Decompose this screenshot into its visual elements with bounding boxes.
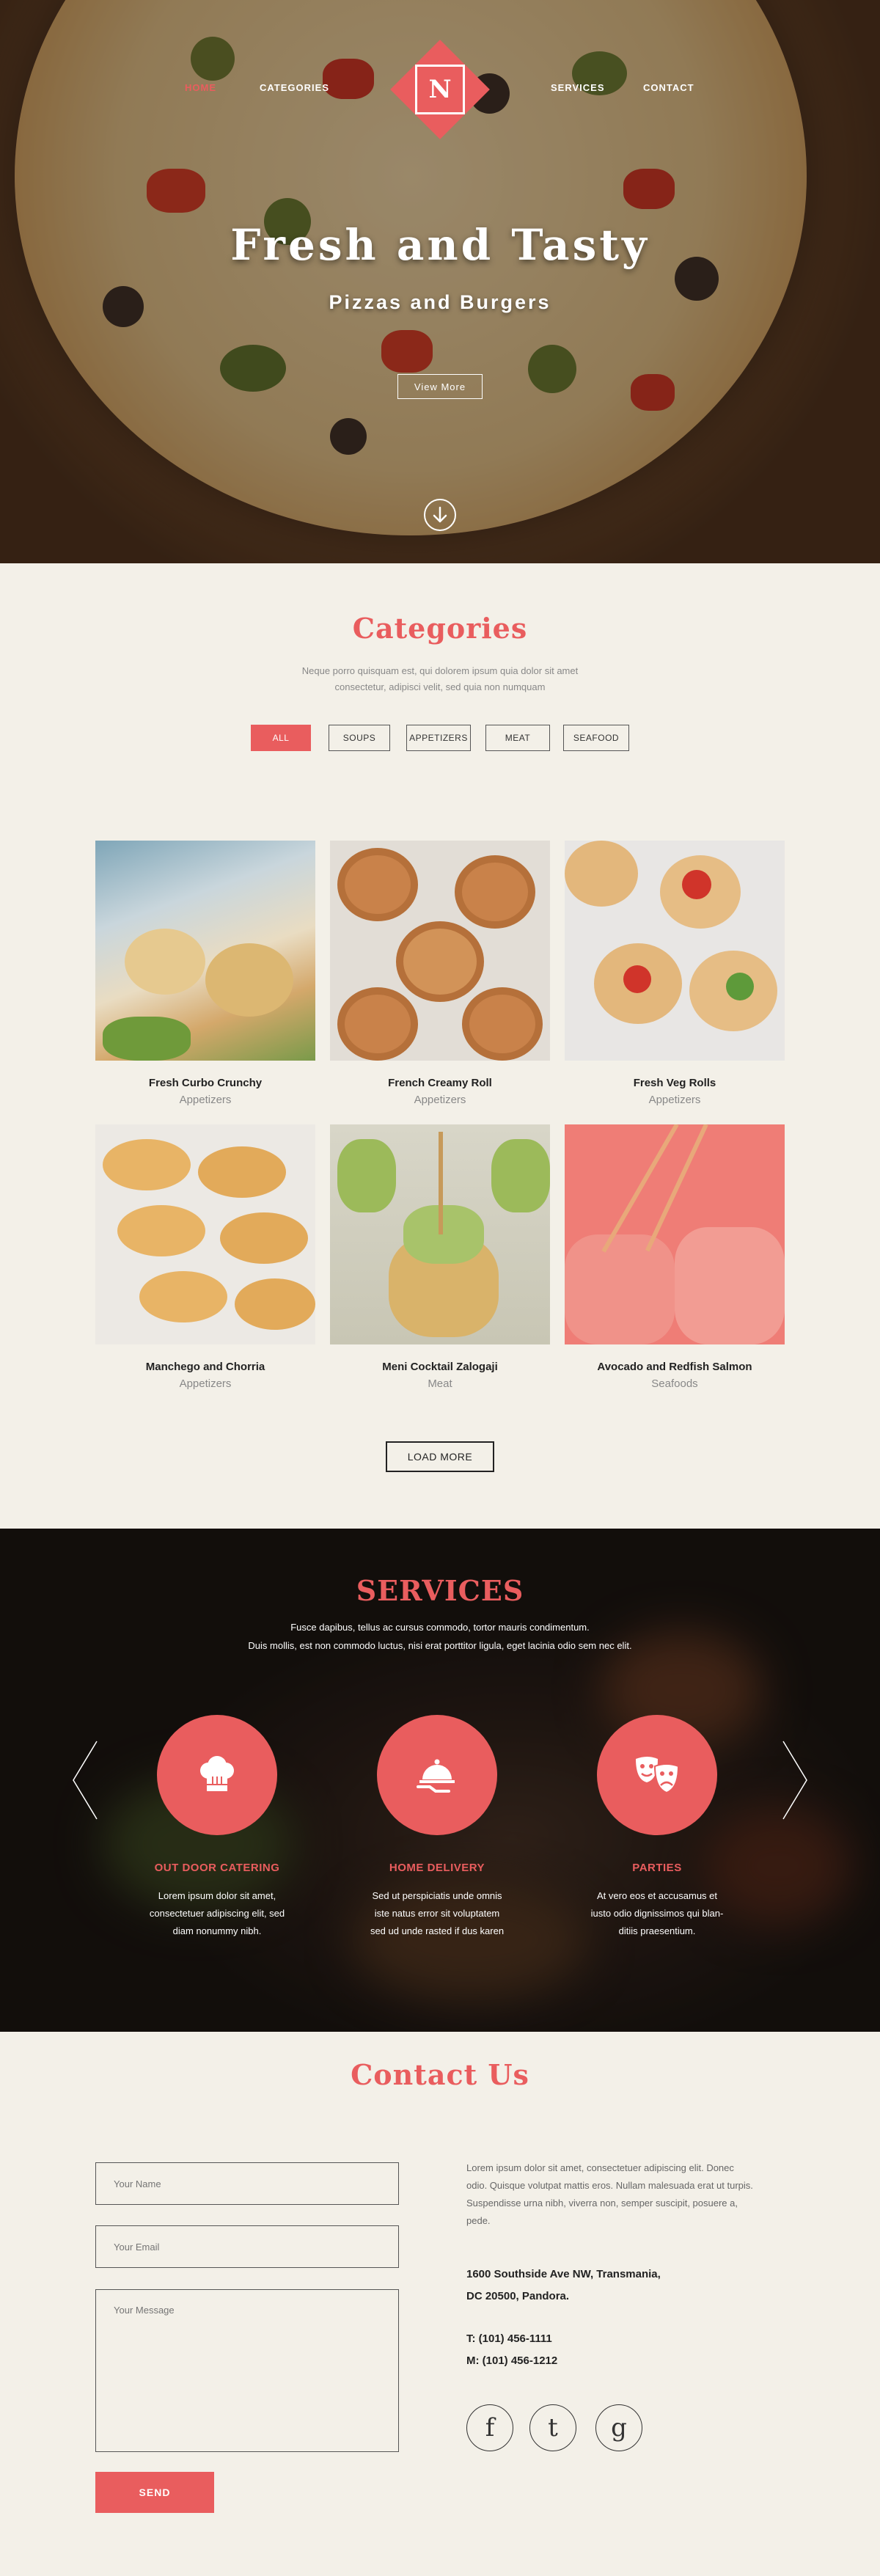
hero-subtitle: Pizzas and Burgers <box>329 291 551 313</box>
service-text: Sed ut perspiciatis unde omnis iste natus… <box>370 1890 505 1936</box>
filter-all[interactable]: ALL <box>251 725 311 751</box>
nav-services[interactable]: SERVICES <box>551 82 605 93</box>
contact-address: 1600 Southside Ave NW, Transmania, DC 20… <box>466 2268 661 2302</box>
hero-title: Fresh and Tasty <box>230 220 650 270</box>
card-title: Fresh Veg Rolls <box>633 1077 716 1089</box>
phone: T: (101) 456-1111 <box>466 2332 552 2345</box>
categories-title: Categories <box>352 612 528 645</box>
filter-soups[interactable]: SOUPS <box>329 725 390 751</box>
menu-card[interactable]: French Creamy Roll Appetizers <box>330 841 550 1106</box>
categories-section: Categories Neque porro quisquam est, qui… <box>0 563 880 1529</box>
contact-phones: T: (101) 456-1111 M: (101) 456-1212 <box>466 2328 782 2372</box>
menu-card[interactable]: Fresh Veg Rolls Appetizers <box>565 841 785 1106</box>
hero-section: HOME CATEGORIES SERVICES CONTACT N Fresh… <box>0 0 880 563</box>
email-field[interactable] <box>95 2225 399 2268</box>
contact-section: Contact Us SEND Lorem ipsum dolor sit am… <box>0 2032 880 2576</box>
card-title: Manchego and Chorria <box>145 1361 265 1373</box>
service-title: OUT DOOR CATERING <box>154 1862 280 1874</box>
card-category: Seafoods <box>651 1377 698 1390</box>
services-description-line2: Duis mollis, est non commodo luctus, nis… <box>248 1640 632 1651</box>
food-image <box>95 841 315 1061</box>
card-category: Appetizers <box>414 1094 466 1106</box>
contact-about: Lorem ipsum dolor sit amet, consectetuer… <box>466 2162 753 2226</box>
mobile: M: (101) 456-1212 <box>466 2354 558 2367</box>
service-text: At vero eos et accusamus et iusto odio di… <box>590 1890 724 1936</box>
arrow-down-circle-icon[interactable] <box>424 499 456 531</box>
filter-seafood[interactable]: SEAFOOD <box>563 725 629 751</box>
filter-appetizers[interactable]: APPETIZERS <box>406 725 471 751</box>
categories-description-line2: consectetur, adipisci velit, sed quia no… <box>334 681 546 692</box>
service-title: PARTIES <box>632 1862 682 1874</box>
card-category: Appetizers <box>179 1377 232 1390</box>
menu-card[interactable]: Avocado and Redfish Salmon Seafoods <box>565 1124 785 1390</box>
categories-description-line1: Neque porro quisquam est, qui dolorem ip… <box>301 665 579 676</box>
service-title: HOME DELIVERY <box>389 1862 485 1874</box>
food-image <box>565 1124 785 1344</box>
google-icon[interactable]: g <box>595 2404 642 2451</box>
services-description-line1: Fusce dapibus, tellus ac cursus commodo,… <box>290 1622 590 1633</box>
services-title: SERVICES <box>356 1574 524 1607</box>
logo[interactable]: N <box>415 65 465 114</box>
food-image <box>330 1124 550 1344</box>
load-more-button[interactable]: LOAD MORE <box>386 1441 494 1472</box>
menu-card[interactable]: Fresh Curbo Crunchy Appetizers <box>95 841 315 1106</box>
chef-hat-icon <box>157 1715 277 1835</box>
food-image <box>95 1124 315 1344</box>
logo-letter: N <box>428 75 452 104</box>
nav-home[interactable]: HOME <box>185 82 216 93</box>
send-button[interactable]: SEND <box>95 2472 214 2513</box>
card-category: Meat <box>428 1377 452 1390</box>
twitter-icon[interactable]: t <box>529 2404 576 2451</box>
filter-meat[interactable]: MEAT <box>485 725 550 751</box>
message-field[interactable] <box>95 2289 399 2452</box>
nav-categories[interactable]: CATEGORIES <box>260 82 329 93</box>
service-item[interactable]: OUT DOOR CATERING Lorem ipsum dolor sit … <box>129 1715 305 1940</box>
food-image <box>330 841 550 1061</box>
services-section: SERVICES Fusce dapibus, tellus ac cursus… <box>0 1529 880 2032</box>
service-item[interactable]: HOME DELIVERY Sed ut perspiciatis unde o… <box>349 1715 525 1940</box>
service-item[interactable]: PARTIES At vero eos et accusamus et iusto… <box>569 1715 745 1940</box>
food-image <box>565 841 785 1061</box>
menu-card[interactable]: Manchego and Chorria Appetizers <box>95 1124 315 1390</box>
serving-cloche-icon <box>377 1715 497 1835</box>
card-title: Meni Cocktail Zalogaji <box>382 1361 498 1373</box>
service-text: Lorem ipsum dolor sit amet, consectetuer … <box>149 1890 285 1936</box>
card-title: Fresh Curbo Crunchy <box>148 1077 263 1089</box>
name-field[interactable] <box>95 2162 399 2205</box>
card-title: French Creamy Roll <box>388 1077 492 1089</box>
card-category: Appetizers <box>179 1094 232 1106</box>
card-category: Appetizers <box>648 1094 701 1106</box>
facebook-icon[interactable]: f <box>466 2404 513 2451</box>
theater-masks-icon <box>597 1715 717 1835</box>
nav-contact[interactable]: CONTACT <box>643 82 694 93</box>
view-more-button[interactable]: View More <box>397 374 483 399</box>
contact-title: Contact Us <box>351 2058 529 2091</box>
menu-card[interactable]: Meni Cocktail Zalogaji Meat <box>330 1124 550 1390</box>
chevron-right-icon[interactable] <box>780 1740 810 1821</box>
chevron-left-icon[interactable] <box>70 1740 100 1821</box>
card-title: Avocado and Redfish Salmon <box>597 1361 752 1373</box>
